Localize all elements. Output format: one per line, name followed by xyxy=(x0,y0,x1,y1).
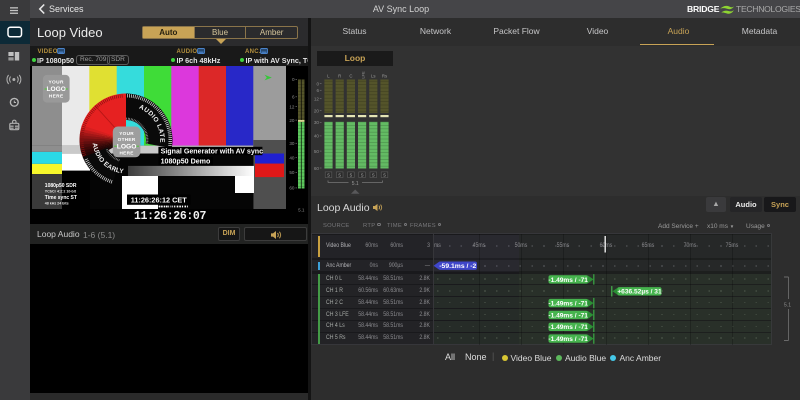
svg-text:S: S xyxy=(372,172,375,177)
svg-text:60: 60 xyxy=(289,186,295,191)
svg-text:40: 40 xyxy=(314,134,320,139)
svg-text:S: S xyxy=(383,172,386,177)
svg-text:30: 30 xyxy=(289,141,295,146)
svg-text:1080p50 Demo: 1080p50 Demo xyxy=(161,158,211,166)
svg-text:S: S xyxy=(350,172,353,177)
svg-text:Time sync ST: Time sync ST xyxy=(45,195,77,201)
svg-text:L: L xyxy=(327,74,330,79)
svg-text:50: 50 xyxy=(314,149,320,154)
svg-text:-1.49ms / -71: -1.49ms / -71 xyxy=(548,336,588,343)
svg-text:20: 20 xyxy=(314,108,320,113)
svg-text:-1.49ms / -71: -1.49ms / -71 xyxy=(548,277,588,284)
svg-text:20: 20 xyxy=(289,118,295,123)
svg-text:S: S xyxy=(361,172,364,177)
svg-text:5.1: 5.1 xyxy=(784,303,791,309)
svg-text:5.1: 5.1 xyxy=(298,208,305,213)
svg-text:R: R xyxy=(338,74,341,79)
svg-text:0: 0 xyxy=(292,77,295,82)
svg-text:-1.49ms / -71: -1.49ms / -71 xyxy=(548,324,588,331)
svg-text:6: 6 xyxy=(292,95,295,100)
svg-text:6: 6 xyxy=(316,88,319,93)
svg-text:HERE: HERE xyxy=(119,151,133,156)
svg-text:Signal Generator with AV sync: Signal Generator with AV sync xyxy=(161,147,264,155)
svg-text:1080p50 SDR: 1080p50 SDR xyxy=(45,183,77,189)
svg-text:+636.52µs / 31: +636.52µs / 31 xyxy=(617,289,662,296)
svg-text:60: 60 xyxy=(314,166,320,171)
svg-text:OTHER: OTHER xyxy=(118,137,136,142)
svg-text:HERE: HERE xyxy=(49,94,64,100)
svg-text:YCbCr 4:2:2 10-bit: YCbCr 4:2:2 10-bit xyxy=(45,190,77,194)
svg-text:LOGO: LOGO xyxy=(46,86,65,93)
svg-text:Rs: Rs xyxy=(382,74,387,79)
svg-text:12: 12 xyxy=(289,104,295,109)
svg-text:-59.1ms / -2: -59.1ms / -2 xyxy=(439,263,476,270)
svg-text:40: 40 xyxy=(289,156,295,161)
svg-text:LOGO: LOGO xyxy=(117,143,137,150)
svg-text:5.1: 5.1 xyxy=(352,181,359,187)
svg-text:S: S xyxy=(338,172,341,177)
svg-text:-1.49ms / -71: -1.49ms / -71 xyxy=(548,301,588,308)
svg-text:C: C xyxy=(349,74,352,79)
svg-text:LFE: LFE xyxy=(361,71,366,79)
svg-text:-1.49ms / -71: -1.49ms / -71 xyxy=(548,312,588,319)
svg-text:48 kHz 24 bits: 48 kHz 24 bits xyxy=(45,202,69,206)
svg-text:50: 50 xyxy=(289,170,295,175)
svg-text:YOUR: YOUR xyxy=(48,80,64,86)
svg-text:YOUR: YOUR xyxy=(119,131,134,136)
svg-text:30: 30 xyxy=(314,120,320,125)
svg-text:Ls: Ls xyxy=(371,74,376,79)
svg-text:12: 12 xyxy=(314,97,320,102)
svg-text:0: 0 xyxy=(316,81,319,86)
svg-text:11:26:26:12 CET: 11:26:26:12 CET xyxy=(131,196,188,205)
svg-text:S: S xyxy=(327,172,330,177)
